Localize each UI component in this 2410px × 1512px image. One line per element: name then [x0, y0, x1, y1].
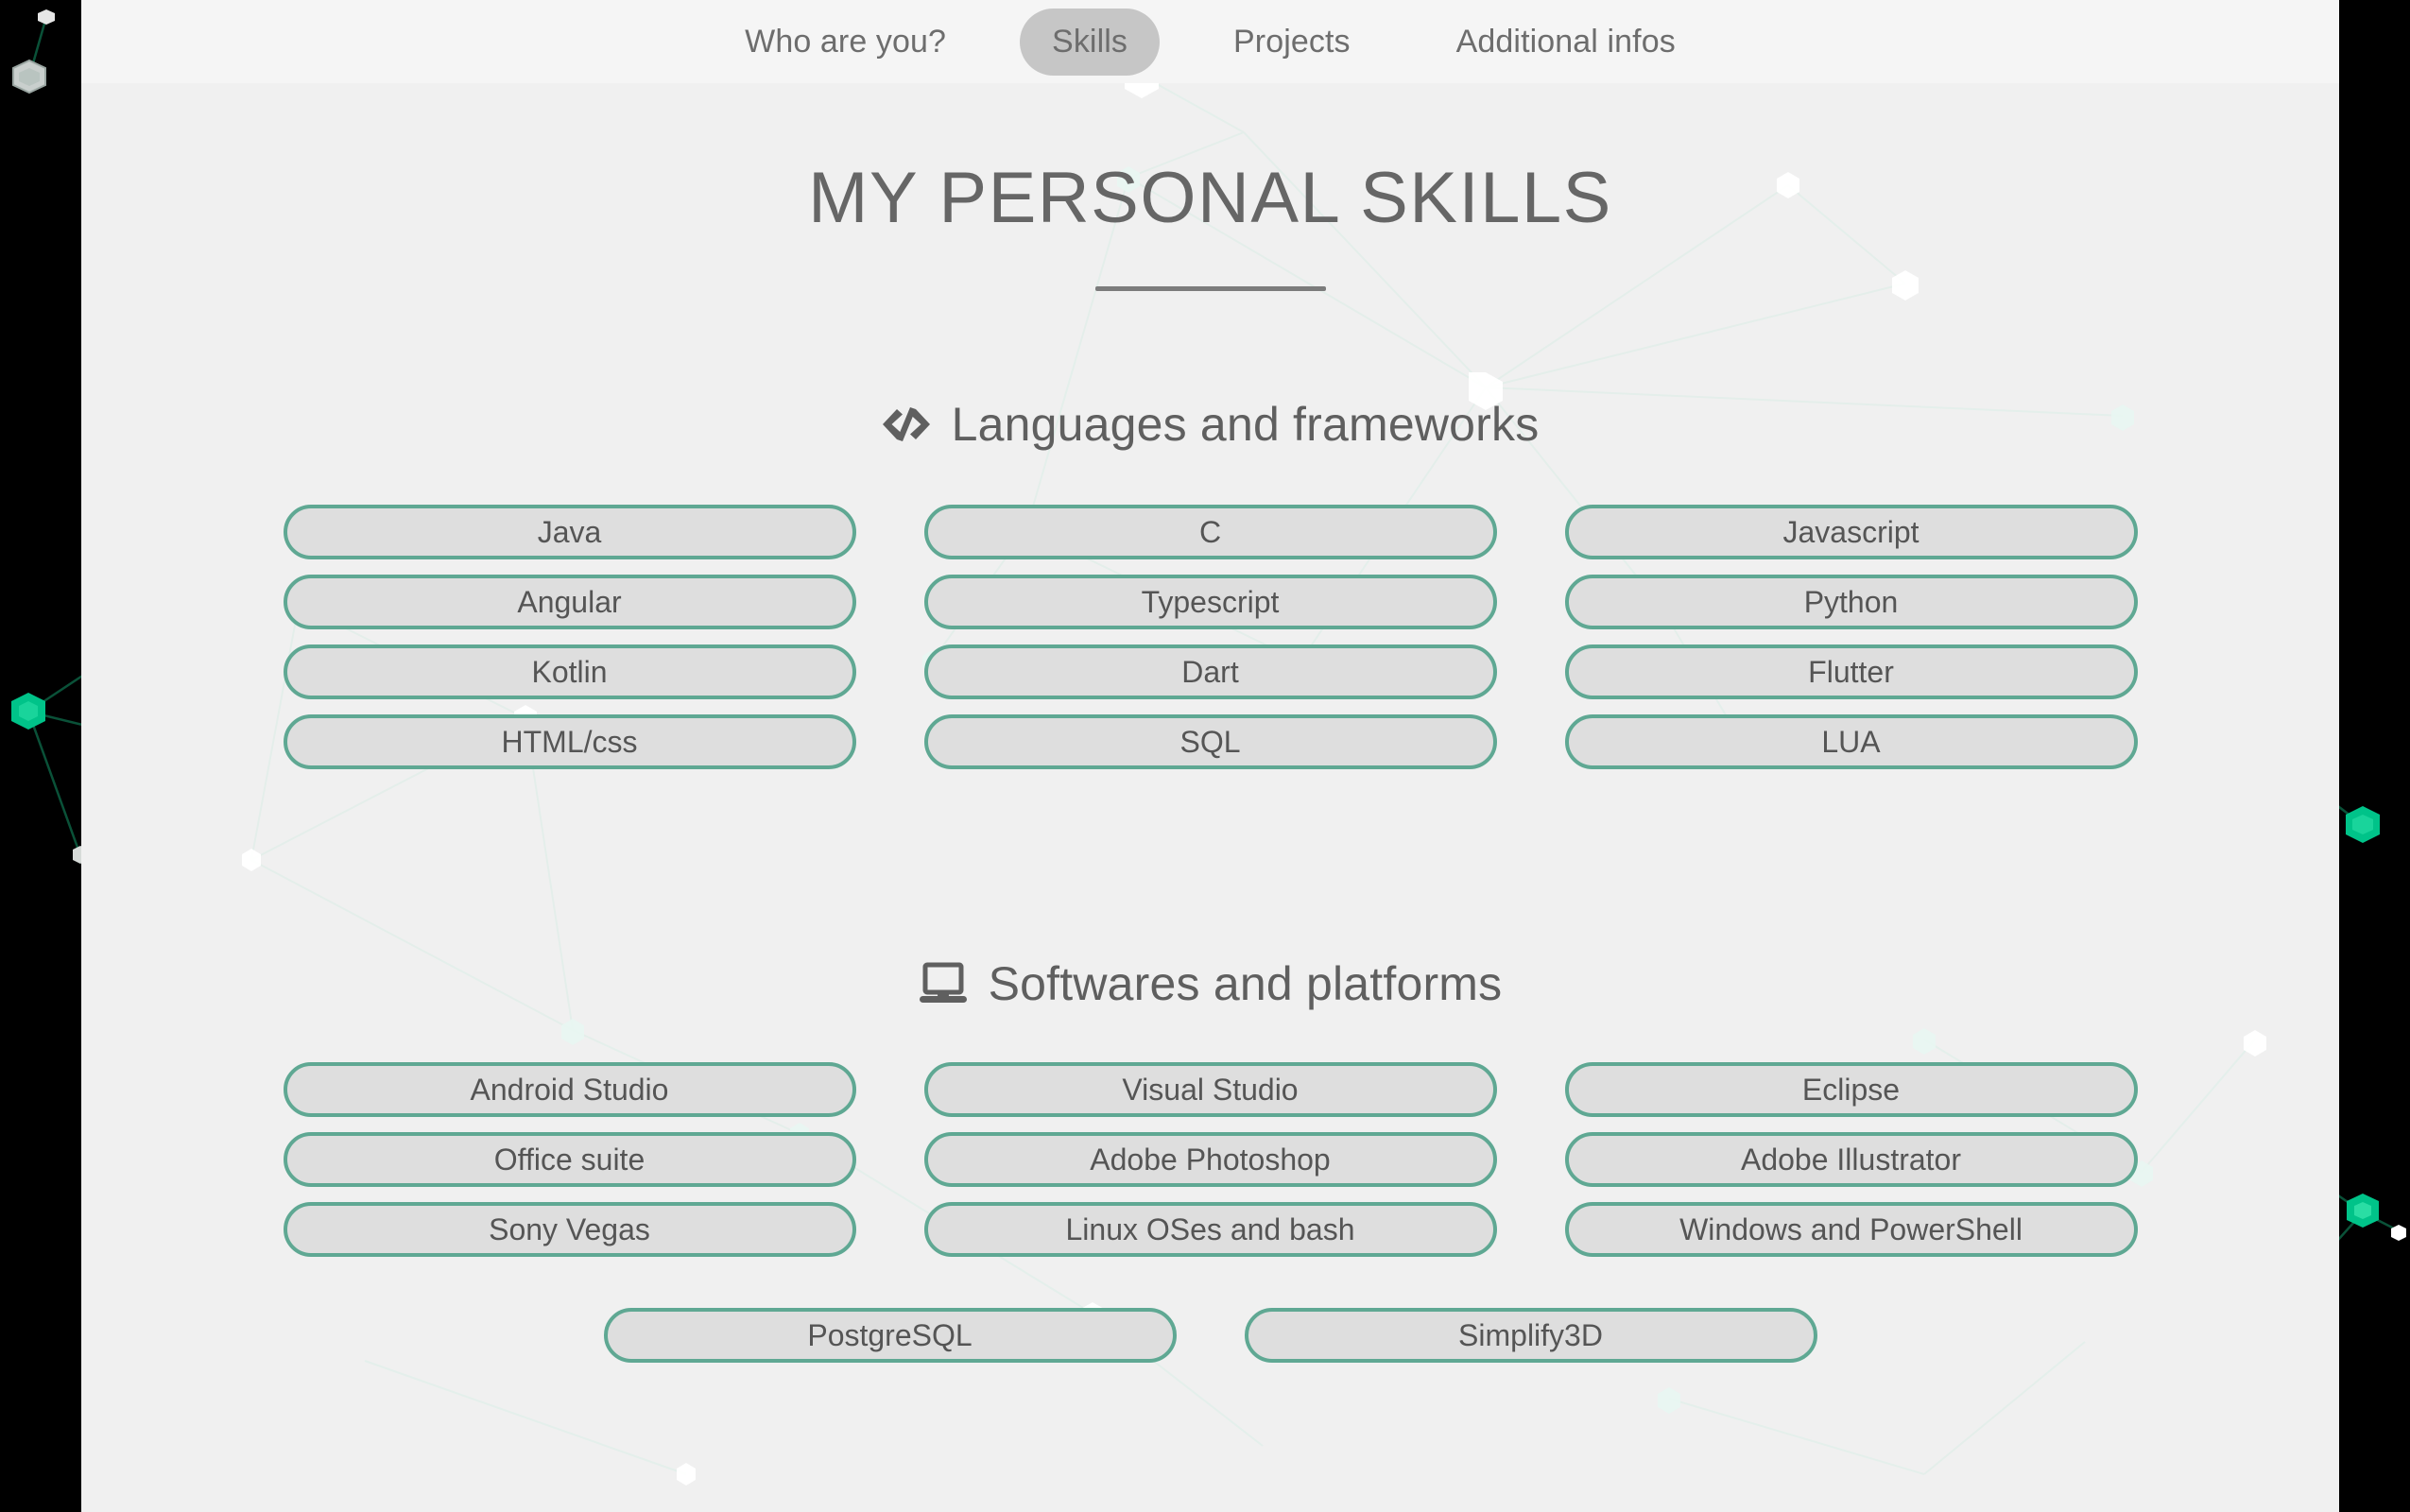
section-softwares-and-platforms: Softwares and platforms Android Studio V… — [81, 956, 2339, 1363]
hex-node — [12, 59, 46, 94]
skill-pill[interactable]: HTML/css — [283, 714, 856, 769]
hex-node — [11, 693, 45, 730]
skill-pill[interactable]: Simplify3D — [1244, 1308, 1817, 1363]
nav-item-additional-infos[interactable]: Additional infos — [1424, 9, 1708, 76]
title-divider — [1094, 286, 1326, 291]
laptop-icon — [919, 959, 968, 1008]
hex-node — [2346, 806, 2380, 843]
skill-pill[interactable]: Visual Studio — [923, 1062, 1497, 1117]
skill-pill[interactable]: Python — [1564, 575, 2138, 629]
skill-pill[interactable]: Javascript — [1564, 505, 2138, 559]
page-title: MY PERSONAL SKILLS — [808, 158, 1612, 238]
skill-pill[interactable]: C — [923, 505, 1497, 559]
page-root: Who are you? Skills Projects Additional … — [0, 0, 2410, 1512]
skill-pill[interactable]: SQL — [923, 714, 1497, 769]
hex-node — [38, 9, 55, 25]
skill-pill[interactable]: Angular — [283, 575, 856, 629]
skill-pill[interactable]: Linux OSes and bash — [923, 1202, 1497, 1257]
skill-pill[interactable]: Adobe Illustrator — [1564, 1132, 2138, 1187]
right-particle-panel — [2339, 0, 2410, 1512]
pill-grid-languages: Java C Javascript Angular Typescript Pyt… — [283, 505, 2138, 769]
skill-pill[interactable]: Sony Vegas — [283, 1202, 856, 1257]
page-content: Who are you? Skills Projects Additional … — [81, 0, 2339, 1512]
nav-item-skills[interactable]: Skills — [1020, 8, 1160, 76]
pill-grid-software: Android Studio Visual Studio Eclipse Off… — [283, 1062, 2138, 1257]
code-icon — [882, 400, 931, 449]
section-heading-languages-label: Languages and frameworks — [951, 398, 1540, 451]
skill-pill[interactable]: Android Studio — [283, 1062, 856, 1117]
left-particle-network — [11, 9, 81, 864]
section-heading-software: Softwares and platforms — [81, 956, 2339, 1011]
right-particle-network — [2339, 805, 2406, 1241]
nav-item-who-are-you[interactable]: Who are you? — [713, 9, 978, 76]
skill-pill[interactable]: Kotlin — [283, 644, 856, 699]
section-languages-and-frameworks: Languages and frameworks Java C Javascri… — [81, 397, 2339, 769]
skill-pill[interactable]: Windows and PowerShell — [1564, 1202, 2138, 1257]
skill-pill[interactable]: Office suite — [283, 1132, 856, 1187]
skill-pill[interactable]: Flutter — [1564, 644, 2138, 699]
nav-item-projects[interactable]: Projects — [1201, 9, 1383, 76]
skill-pill[interactable]: Eclipse — [1564, 1062, 2138, 1117]
main-content: MY PERSONAL SKILLS Languages and framewo… — [81, 83, 2339, 1363]
skill-pill[interactable]: Typescript — [923, 575, 1497, 629]
section-heading-languages: Languages and frameworks — [81, 397, 2339, 452]
hex-node — [73, 846, 81, 864]
pill-grid-software-extra: PostgreSQL Simplify3D — [284, 1308, 2138, 1363]
skill-pill[interactable]: Dart — [923, 644, 1497, 699]
skill-pill[interactable]: PostgreSQL — [603, 1308, 1177, 1363]
left-particle-panel — [0, 0, 81, 1512]
skill-pill[interactable]: Java — [283, 505, 856, 559]
hex-node — [2347, 1194, 2379, 1228]
skill-pill[interactable]: Adobe Photoshop — [923, 1132, 1497, 1187]
section-heading-software-label: Softwares and platforms — [988, 957, 1503, 1010]
skill-pill[interactable]: LUA — [1564, 714, 2138, 769]
top-navigation: Who are you? Skills Projects Additional … — [81, 0, 2339, 83]
